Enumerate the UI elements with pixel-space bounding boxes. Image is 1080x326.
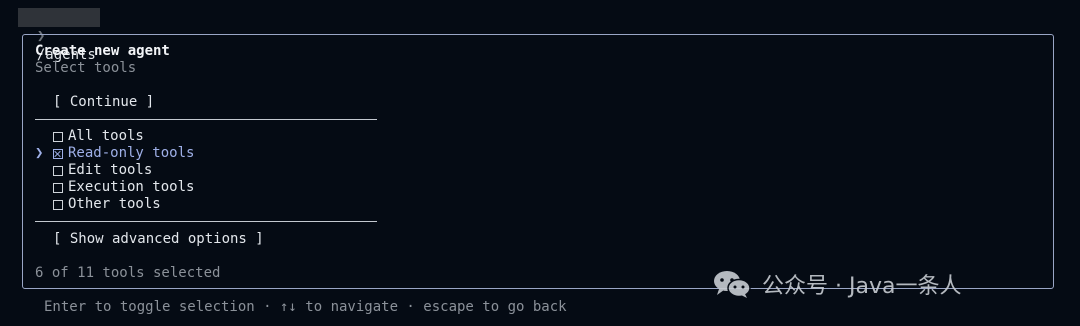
selection-cursor-icon: ❯ xyxy=(35,145,44,161)
show-advanced-options-button[interactable]: [ Show advanced options ] xyxy=(53,231,264,248)
divider xyxy=(35,221,377,222)
tool-option-label: Edit tools xyxy=(68,162,153,178)
tool-option-label: Other tools xyxy=(68,196,161,212)
watermark: 公众号 · Java一条人 xyxy=(712,266,961,302)
checkbox-checked-icon[interactable] xyxy=(53,148,63,159)
wechat-icon xyxy=(714,271,751,298)
keyboard-hint: Enter to toggle selection · ↑↓ to naviga… xyxy=(44,299,567,315)
tool-option-edit[interactable]: Edit tools xyxy=(35,162,152,179)
tool-option-read-only[interactable]: ❯ Read-only tools xyxy=(35,145,194,162)
tool-option-other[interactable]: Other tools xyxy=(35,196,161,213)
divider xyxy=(35,119,377,120)
tool-option-label: Read-only tools xyxy=(68,145,195,161)
checkbox-icon[interactable] xyxy=(53,199,63,210)
tool-option-all[interactable]: All tools xyxy=(35,128,144,145)
panel-subtitle: Select tools xyxy=(35,60,137,76)
selection-status: 6 of 11 tools selected xyxy=(35,265,221,281)
panel-title: Create new agent xyxy=(35,43,170,59)
checkbox-icon[interactable] xyxy=(53,182,63,193)
tool-option-label: All tools xyxy=(68,128,144,144)
create-agent-panel: Create new agent Select tools [ Continue… xyxy=(22,34,1054,289)
command-prompt: ❯ /agents xyxy=(18,8,100,63)
tool-option-label: Execution tools xyxy=(68,179,195,195)
watermark-text: 公众号 · Java一条人 xyxy=(762,274,962,299)
continue-button[interactable]: [ Continue ] xyxy=(53,94,154,111)
checkbox-icon[interactable] xyxy=(53,165,63,176)
checkbox-icon[interactable] xyxy=(53,131,63,142)
tool-option-execution[interactable]: Execution tools xyxy=(35,179,194,196)
